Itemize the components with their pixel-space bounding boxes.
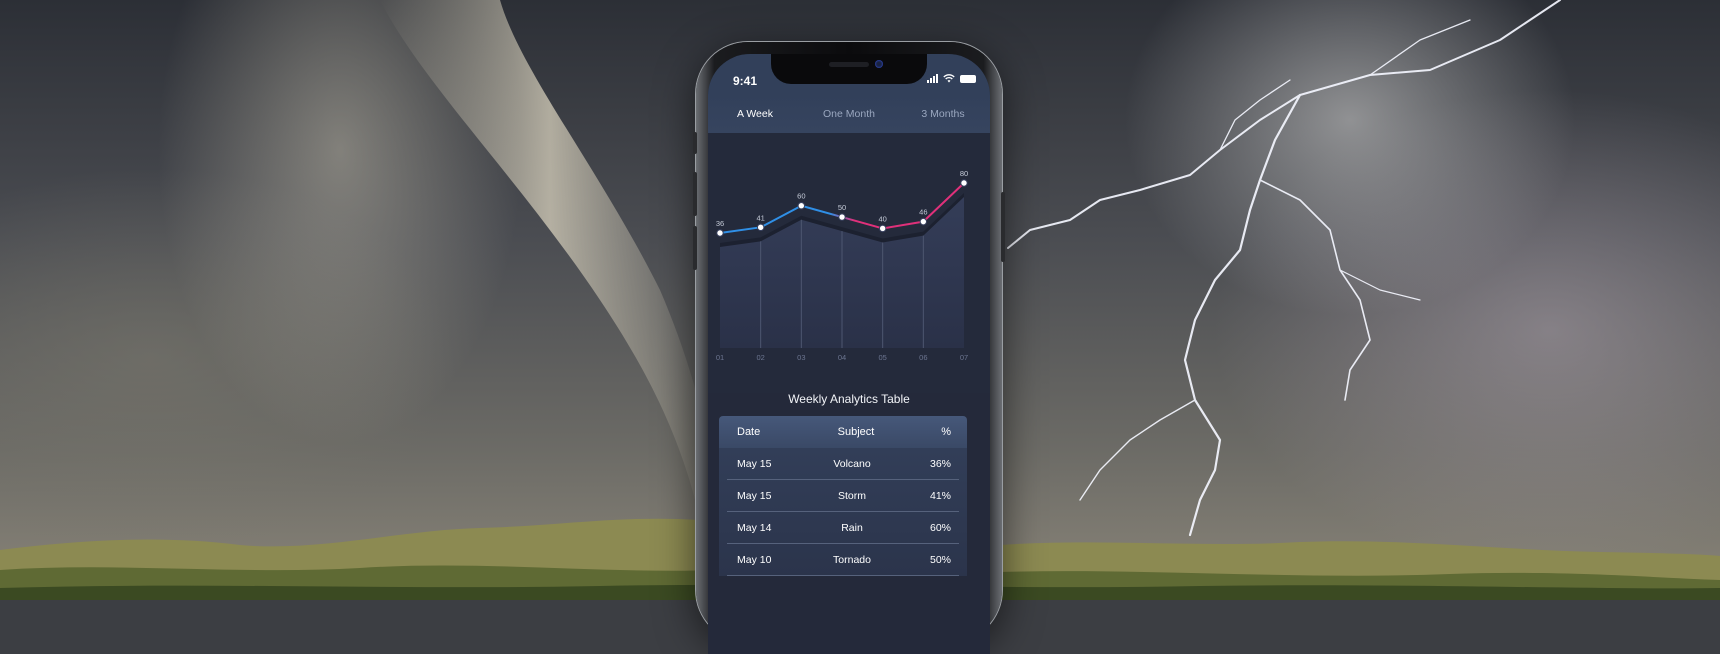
data-label: 36 — [716, 219, 724, 228]
x-tick-label: 03 — [797, 353, 805, 362]
cell-percent: 50% — [929, 553, 951, 566]
data-label: 46 — [919, 208, 927, 217]
battery-icon — [960, 75, 976, 83]
cell-subject: Storm — [837, 489, 866, 502]
phone-mockup: 9:41 A Week One Month 3 Months 36 41 60 … — [693, 42, 1005, 654]
tab-3-months[interactable]: 3 Months — [896, 108, 990, 120]
x-tick-label: 05 — [878, 353, 886, 362]
tab-one-month[interactable]: One Month — [802, 108, 896, 120]
x-tick-label: 06 — [919, 353, 927, 362]
wifi-icon — [943, 74, 955, 83]
cell-date: May 15 — [737, 489, 772, 502]
front-camera — [875, 60, 883, 68]
cell-percent: 60% — [929, 521, 951, 534]
x-tick-label: 01 — [716, 353, 724, 362]
cell-percent: 36% — [929, 457, 951, 470]
header-percent[interactable]: % — [907, 426, 967, 438]
data-point[interactable] — [838, 213, 846, 221]
cell-date: May 15 — [737, 457, 772, 470]
data-label: 60 — [797, 192, 805, 201]
data-label: 50 — [838, 203, 846, 212]
phone-notch — [771, 54, 927, 84]
header-subject[interactable]: Subject — [805, 426, 907, 438]
volume-up-button — [693, 172, 697, 216]
table-row[interactable]: May 14 Rain 60% — [727, 512, 959, 544]
header-date[interactable]: Date — [719, 426, 805, 438]
x-tick-label: 04 — [838, 353, 846, 362]
data-label: 41 — [756, 213, 764, 222]
data-point[interactable] — [878, 224, 887, 233]
cellular-signal-icon — [927, 74, 938, 83]
cell-subject: Tornado — [833, 553, 871, 566]
data-label: 80 — [960, 169, 968, 178]
data-point[interactable] — [960, 179, 968, 187]
data-point[interactable] — [797, 202, 806, 210]
line-chart: 36 41 60 50 40 46 80 01 02 03 04 05 06 07 — [708, 133, 990, 393]
cell-percent: 41% — [929, 489, 951, 502]
table-header: Date Subject % — [719, 416, 967, 448]
power-button — [1001, 192, 1005, 262]
line-chart-svg: 36 41 60 50 40 46 80 01 02 03 04 05 06 07 — [716, 169, 968, 362]
phone-screen: 9:41 A Week One Month 3 Months 36 41 60 … — [708, 54, 990, 654]
table-row[interactable]: May 15 Storm 41% — [727, 480, 959, 512]
cell-date: May 10 — [737, 553, 772, 566]
table-body: May 15 Volcano 36% May 15 Storm 41% May … — [719, 448, 967, 576]
data-point[interactable] — [919, 217, 928, 226]
mute-switch — [693, 132, 697, 154]
status-time: 9:41 — [733, 74, 758, 88]
cell-subject: Rain — [841, 521, 863, 534]
volume-down-button — [693, 226, 697, 270]
cell-subject: Volcano — [833, 457, 871, 470]
cell-date: May 14 — [737, 521, 772, 534]
time-range-tabs: A Week One Month 3 Months — [708, 94, 990, 133]
table-row[interactable]: May 15 Volcano 36% — [727, 448, 959, 480]
table-row[interactable]: May 10 Tornado 50% — [727, 544, 959, 576]
analytics-table: Date Subject % May 15 Volcano 36% May 15… — [719, 416, 967, 576]
tab-a-week[interactable]: A Week — [708, 108, 802, 120]
data-point[interactable] — [756, 223, 765, 232]
data-point[interactable] — [716, 229, 724, 237]
x-tick-label: 02 — [756, 353, 764, 362]
x-tick-label: 07 — [960, 353, 968, 362]
status-icons — [927, 74, 976, 83]
data-label: 40 — [878, 214, 886, 223]
table-title: Weekly Analytics Table — [788, 392, 910, 406]
speaker-grille — [829, 62, 869, 67]
